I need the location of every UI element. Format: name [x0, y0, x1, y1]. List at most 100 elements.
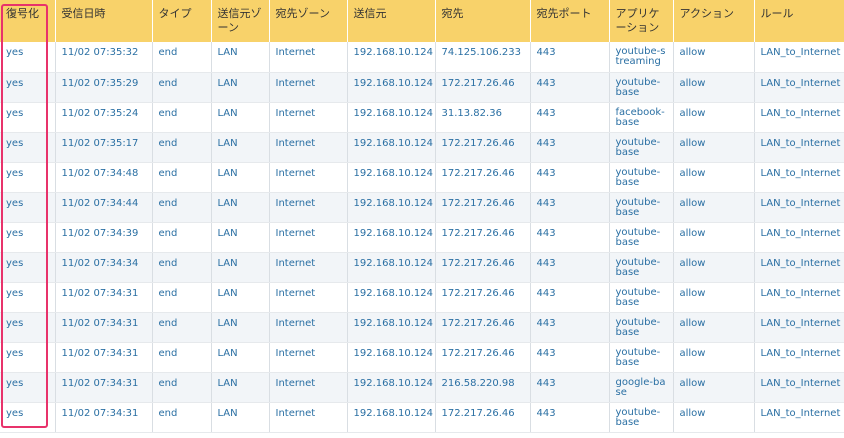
- cell-source-zone[interactable]: LAN: [211, 132, 270, 163]
- table-row[interactable]: yes 11/02 07:35:24 end LAN Internet 192.168.1…: [0, 102, 844, 133]
- table-row[interactable]: yes 11/02 07:34:31 end LAN Internet 192.168.1…: [0, 282, 844, 313]
- cell-rule[interactable]: LAN_to_Internet: [754, 342, 844, 373]
- cell-rule[interactable]: LAN_to_Internet: [754, 222, 844, 253]
- cell-source[interactable]: 192.168.10.124: [347, 42, 436, 73]
- cell-destination[interactable]: 172.217.26.46: [435, 312, 531, 343]
- cell-receive-time[interactable]: 11/02 07:34:31: [55, 402, 153, 433]
- cell-destination-zone[interactable]: Internet: [269, 342, 348, 373]
- cell-destination[interactable]: 172.217.26.46: [435, 162, 531, 193]
- cell-application[interactable]: youtube-base: [609, 132, 674, 163]
- cell-destination[interactable]: 172.217.26.46: [435, 192, 531, 223]
- cell-type[interactable]: end: [152, 282, 212, 313]
- cell-application[interactable]: youtube-base: [609, 162, 674, 193]
- cell-destination-port[interactable]: 443: [530, 42, 610, 73]
- cell-decrypted[interactable]: yes: [0, 102, 56, 133]
- cell-destination-zone[interactable]: Internet: [269, 282, 348, 313]
- cell-destination-port[interactable]: 443: [530, 312, 610, 343]
- cell-destination-zone[interactable]: Internet: [269, 192, 348, 223]
- table-row[interactable]: yes 11/02 07:34:31 end LAN Internet 192.168.1…: [0, 372, 844, 403]
- table-row[interactable]: yes 11/02 07:34:31 end LAN Internet 192.168.1…: [0, 402, 844, 433]
- cell-application[interactable]: google-base: [609, 372, 674, 403]
- table-row[interactable]: yes 11/02 07:35:29 end LAN Internet 192.168.1…: [0, 72, 844, 103]
- cell-application[interactable]: youtube-base: [609, 312, 674, 343]
- cell-destination[interactable]: 172.217.26.46: [435, 282, 531, 313]
- table-row[interactable]: yes 11/02 07:34:39 end LAN Internet 192.168.1…: [0, 222, 844, 253]
- cell-destination-zone[interactable]: Internet: [269, 312, 348, 343]
- cell-source-zone[interactable]: LAN: [211, 162, 270, 193]
- cell-destination-zone[interactable]: Internet: [269, 42, 348, 73]
- cell-decrypted[interactable]: yes: [0, 342, 56, 373]
- cell-rule[interactable]: LAN_to_Internet: [754, 372, 844, 403]
- cell-application[interactable]: youtube-base: [609, 192, 674, 223]
- cell-destination[interactable]: 172.217.26.46: [435, 402, 531, 433]
- cell-source[interactable]: 192.168.10.124: [347, 342, 436, 373]
- cell-type[interactable]: end: [152, 72, 212, 103]
- cell-action[interactable]: allow: [673, 312, 755, 343]
- column-header-type[interactable]: タイプ: [152, 0, 212, 42]
- cell-application[interactable]: youtube-base: [609, 402, 674, 433]
- cell-rule[interactable]: LAN_to_Internet: [754, 102, 844, 133]
- cell-decrypted[interactable]: yes: [0, 312, 56, 343]
- cell-source[interactable]: 192.168.10.124: [347, 282, 436, 313]
- cell-source-zone[interactable]: LAN: [211, 312, 270, 343]
- cell-action[interactable]: allow: [673, 102, 755, 133]
- cell-destination-zone[interactable]: Internet: [269, 162, 348, 193]
- cell-action[interactable]: allow: [673, 342, 755, 373]
- cell-destination[interactable]: 172.217.26.46: [435, 222, 531, 253]
- cell-destination-port[interactable]: 443: [530, 222, 610, 253]
- cell-source[interactable]: 192.168.10.124: [347, 252, 436, 283]
- cell-type[interactable]: end: [152, 42, 212, 73]
- cell-application[interactable]: youtube-base: [609, 342, 674, 373]
- cell-source[interactable]: 192.168.10.124: [347, 192, 436, 223]
- cell-destination-zone[interactable]: Internet: [269, 372, 348, 403]
- cell-source-zone[interactable]: LAN: [211, 372, 270, 403]
- column-header-destination-port[interactable]: 宛先ポート: [530, 0, 610, 42]
- cell-receive-time[interactable]: 11/02 07:34:31: [55, 372, 153, 403]
- cell-receive-time[interactable]: 11/02 07:35:24: [55, 102, 153, 133]
- cell-action[interactable]: allow: [673, 162, 755, 193]
- cell-destination[interactable]: 172.217.26.46: [435, 72, 531, 103]
- column-header-rule[interactable]: ルール: [754, 0, 844, 42]
- cell-destination-port[interactable]: 443: [530, 252, 610, 283]
- cell-source-zone[interactable]: LAN: [211, 342, 270, 373]
- table-row[interactable]: yes 11/02 07:34:31 end LAN Internet 192.168.1…: [0, 312, 844, 343]
- cell-type[interactable]: end: [152, 162, 212, 193]
- cell-destination-zone[interactable]: Internet: [269, 252, 348, 283]
- cell-receive-time[interactable]: 11/02 07:35:17: [55, 132, 153, 163]
- table-row[interactable]: yes 11/02 07:34:48 end LAN Internet 192.168.1…: [0, 162, 844, 193]
- table-row[interactable]: yes 11/02 07:34:31 end LAN Internet 192.168.1…: [0, 342, 844, 373]
- cell-destination-port[interactable]: 443: [530, 192, 610, 223]
- cell-receive-time[interactable]: 11/02 07:34:48: [55, 162, 153, 193]
- column-header-destination-zone[interactable]: 宛先ゾーン: [269, 0, 348, 42]
- table-row[interactable]: yes 11/02 07:34:34 end LAN Internet 192.168.1…: [0, 252, 844, 283]
- cell-source-zone[interactable]: LAN: [211, 402, 270, 433]
- cell-decrypted[interactable]: yes: [0, 372, 56, 403]
- cell-source-zone[interactable]: LAN: [211, 192, 270, 223]
- column-header-source[interactable]: 送信元: [347, 0, 436, 42]
- cell-receive-time[interactable]: 11/02 07:34:31: [55, 312, 153, 343]
- cell-application[interactable]: youtube-base: [609, 222, 674, 253]
- cell-decrypted[interactable]: yes: [0, 282, 56, 313]
- cell-type[interactable]: end: [152, 402, 212, 433]
- cell-action[interactable]: allow: [673, 222, 755, 253]
- cell-type[interactable]: end: [152, 312, 212, 343]
- cell-action[interactable]: allow: [673, 132, 755, 163]
- cell-receive-time[interactable]: 11/02 07:34:34: [55, 252, 153, 283]
- cell-destination-port[interactable]: 443: [530, 402, 610, 433]
- cell-destination-zone[interactable]: Internet: [269, 72, 348, 103]
- cell-decrypted[interactable]: yes: [0, 192, 56, 223]
- cell-rule[interactable]: LAN_to_Internet: [754, 282, 844, 313]
- cell-destination-zone[interactable]: Internet: [269, 222, 348, 253]
- table-row[interactable]: yes 11/02 07:34:44 end LAN Internet 192.168.1…: [0, 192, 844, 223]
- cell-source-zone[interactable]: LAN: [211, 42, 270, 73]
- cell-application[interactable]: youtube-base: [609, 72, 674, 103]
- cell-destination-port[interactable]: 443: [530, 372, 610, 403]
- cell-destination-zone[interactable]: Internet: [269, 402, 348, 433]
- table-row[interactable]: yes 11/02 07:35:32 end LAN Internet 192.168.1…: [0, 42, 844, 73]
- cell-destination-port[interactable]: 443: [530, 282, 610, 313]
- column-header-decrypted[interactable]: 復号化: [0, 0, 56, 42]
- cell-decrypted[interactable]: yes: [0, 42, 56, 73]
- cell-decrypted[interactable]: yes: [0, 222, 56, 253]
- column-header-destination[interactable]: 宛先: [435, 0, 531, 42]
- cell-destination[interactable]: 31.13.82.36: [435, 102, 531, 133]
